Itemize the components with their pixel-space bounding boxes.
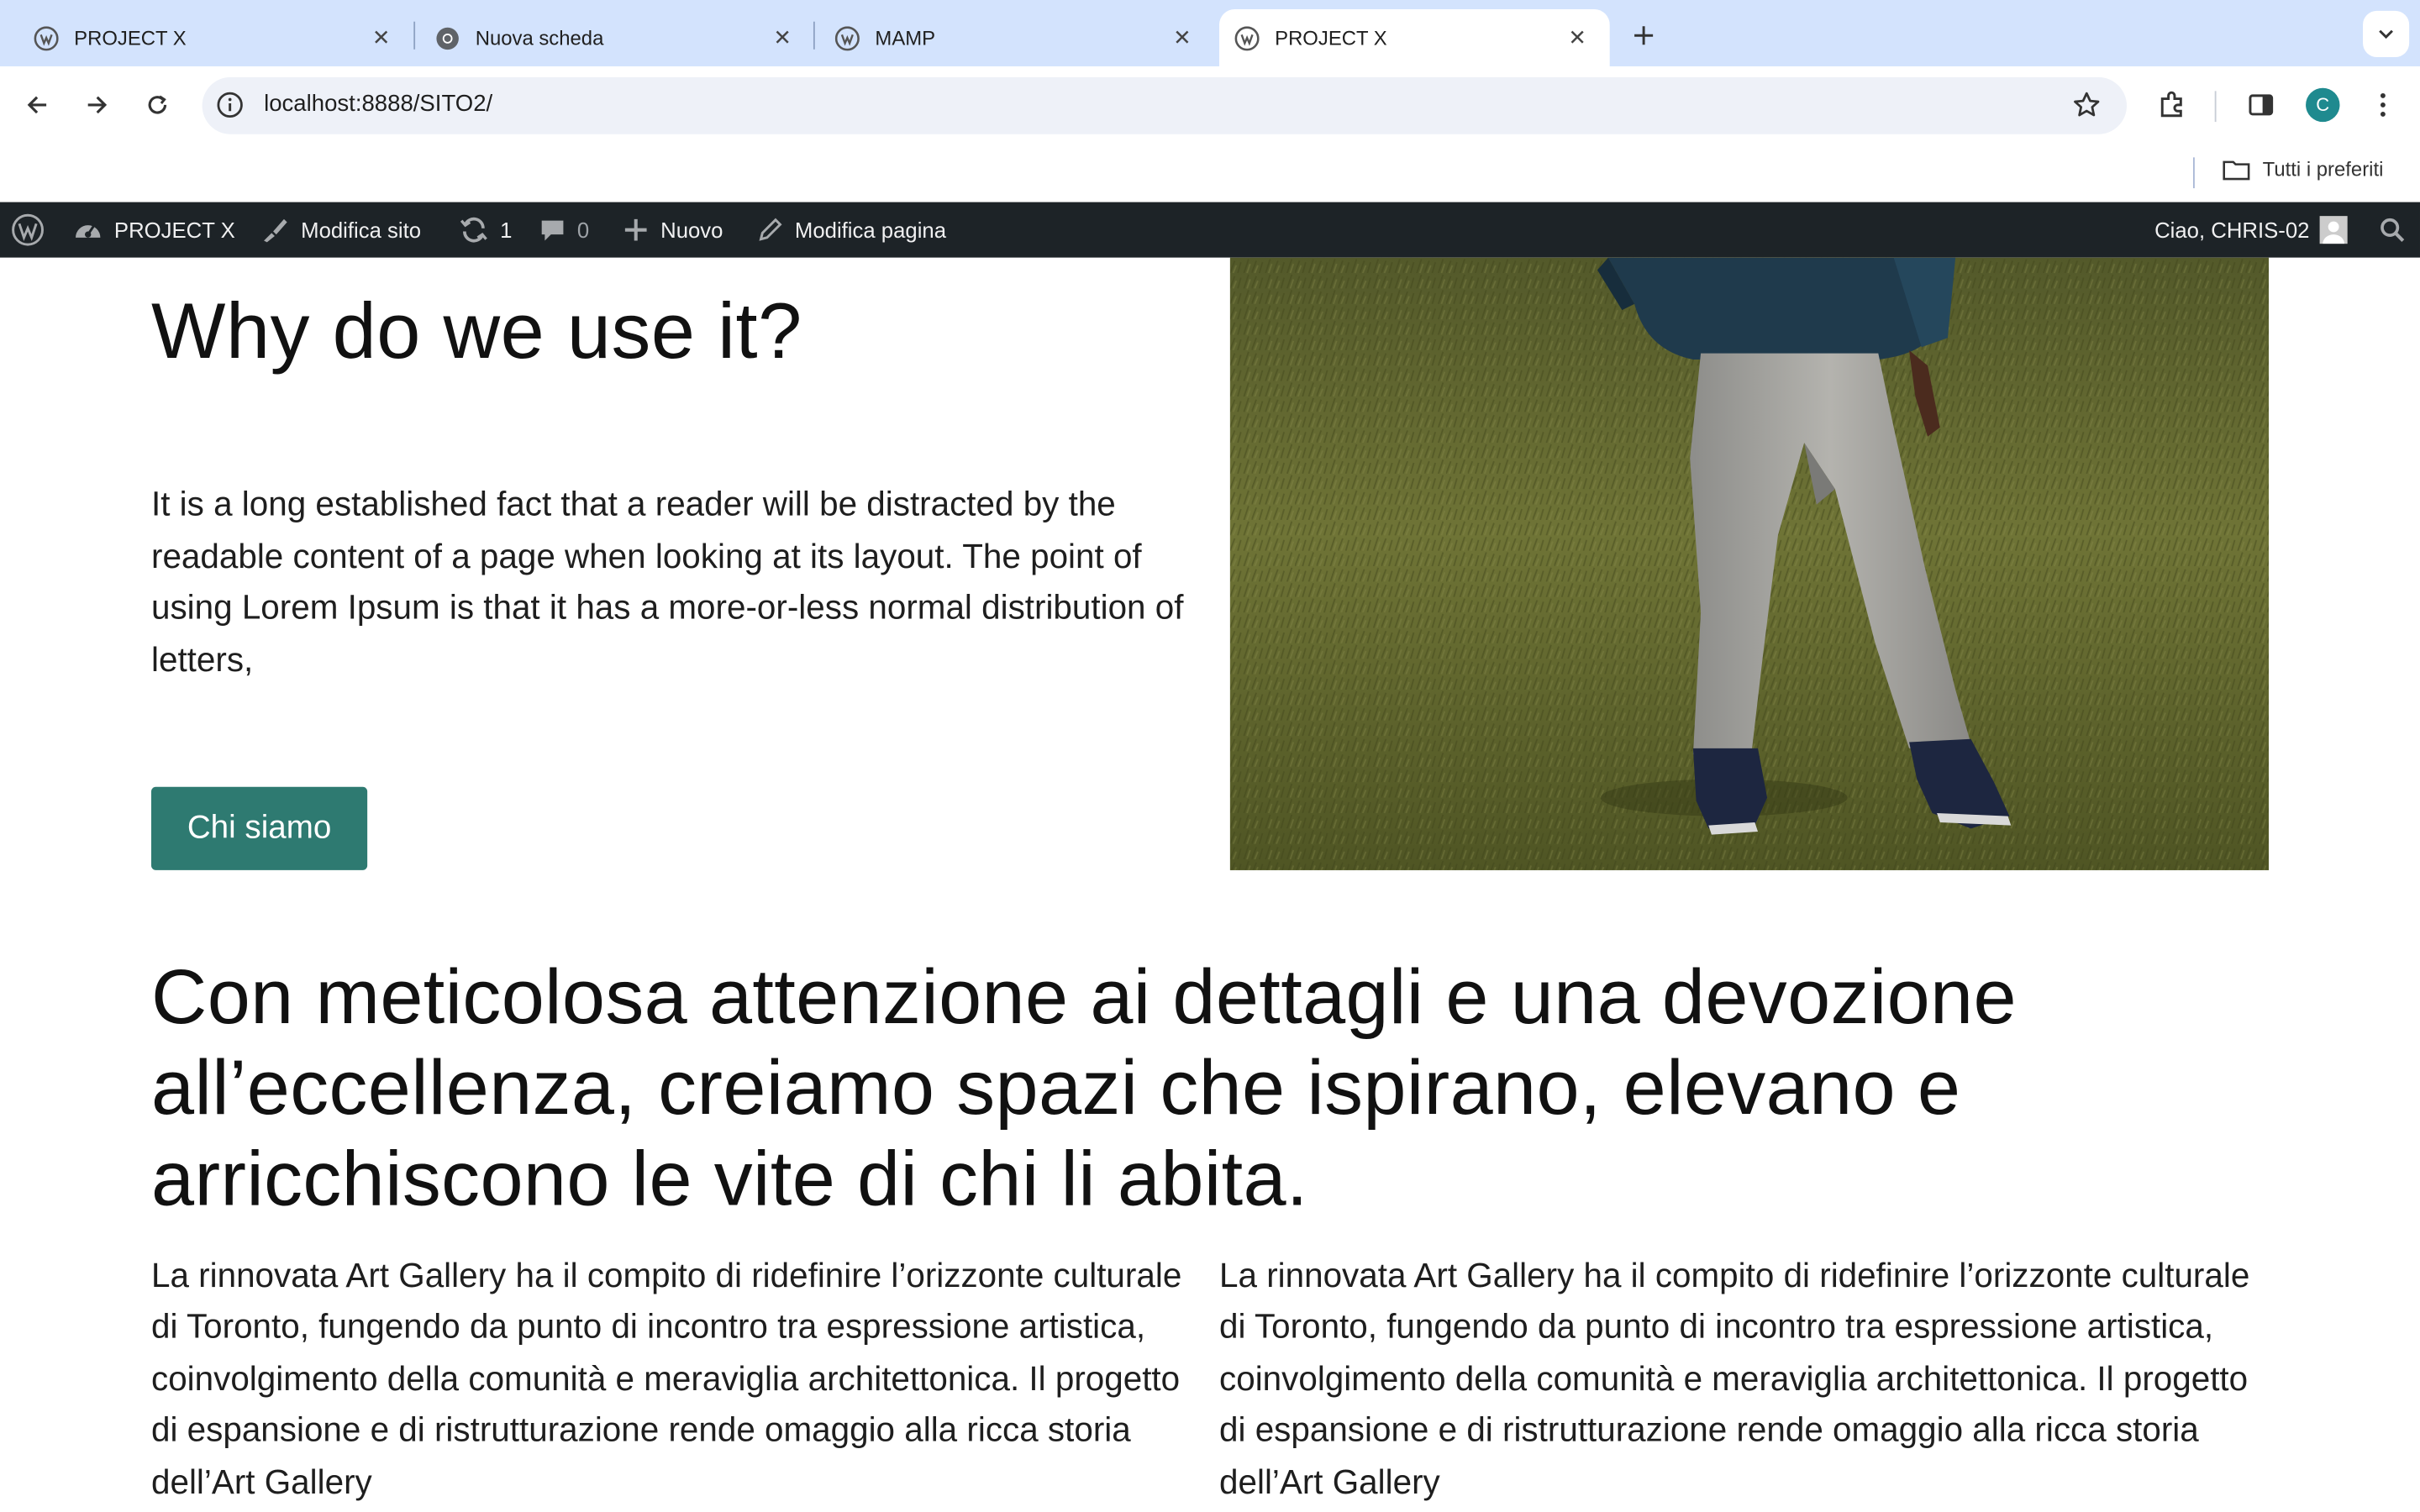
new-tab-button[interactable] [1623, 15, 1664, 55]
all-bookmarks-button[interactable]: Tutti i preferiti [2223, 157, 2384, 181]
url-text: localhost:8888/SITO2/ [264, 91, 493, 118]
comments-link[interactable]: 0 [539, 202, 589, 258]
hero-photo [1229, 257, 2269, 870]
toolbar-divider [2214, 91, 2217, 123]
bookmarks-divider [2192, 157, 2195, 189]
wordpress-icon [834, 25, 860, 50]
tab-title: MAMP [875, 26, 936, 50]
profile-button[interactable]: C [2302, 83, 2344, 126]
arrow-left-icon [27, 96, 47, 114]
statement-heading: Con meticolosa attenzione ai dettagli e … [150, 953, 2017, 1222]
edit-site-label: Modifica sito [301, 217, 422, 243]
pencil-icon [759, 218, 782, 241]
hero-title: Why do we use it? [150, 286, 802, 375]
updates-count: 1 [500, 217, 513, 243]
reload-icon [148, 95, 167, 114]
chi-siamo-button[interactable]: Chi siamo [150, 786, 368, 870]
back-button[interactable] [15, 83, 58, 126]
column-text-left: La rinnovata Art Gallery ha il compito d… [150, 1256, 1182, 1501]
user-silhouette-icon [2323, 221, 2345, 244]
column-text-right: La rinnovata Art Gallery ha il compito d… [1219, 1256, 2250, 1501]
updates-link[interactable]: 1 [459, 202, 513, 258]
tab-title: Nuova scheda [475, 26, 604, 50]
page-content: Why do we use it? It is a long establish… [0, 257, 2420, 1512]
brush-icon [264, 218, 287, 243]
chevron-down-icon [2379, 29, 2393, 39]
site-name: PROJECT X [113, 217, 235, 243]
wp-admin-bar: PROJECT X Modifica sito 1 0 Nuovo Modifi… [0, 202, 2420, 258]
close-icon[interactable]: ✕ [367, 24, 395, 51]
folder-icon [2223, 160, 2250, 180]
admin-search-button[interactable] [2378, 202, 2417, 258]
plus-icon [1634, 26, 1654, 45]
reload-button[interactable] [136, 83, 179, 126]
bookmark-star-icon[interactable] [2071, 90, 2102, 121]
user-avatar [2320, 216, 2349, 244]
dashboard-gauge-icon [75, 224, 101, 238]
edit-page-label: Modifica pagina [794, 217, 947, 243]
tab-project-x-1[interactable]: PROJECT X ✕ [0, 9, 413, 66]
hero-body: It is a long established fact that a rea… [150, 484, 1184, 679]
new-label: Nuovo [660, 217, 723, 243]
avatar-initial: C [2316, 94, 2330, 116]
address-bar[interactable]: localhost:8888/SITO2/ [202, 76, 2128, 134]
tab-title: PROJECT X [74, 26, 187, 50]
close-icon[interactable]: ✕ [769, 24, 797, 51]
search-icon [2381, 218, 2405, 242]
forward-button[interactable] [76, 83, 118, 126]
edit-site-link[interactable]: Modifica sito [260, 202, 422, 258]
kebab-menu-icon [2380, 92, 2386, 117]
close-icon[interactable]: ✕ [1168, 24, 1196, 51]
tab-nuova-scheda[interactable]: Nuova scheda ✕ [402, 9, 815, 66]
all-bookmarks-label: Tutti i preferiti [2262, 157, 2384, 181]
puzzle-icon [2160, 91, 2182, 118]
arrow-right-icon [87, 96, 108, 114]
tab-strip: PROJECT X ✕ Nuova scheda ✕ MAMP ✕ PROJEC… [0, 0, 2420, 66]
site-name-menu[interactable]: PROJECT X [72, 202, 235, 258]
side-panel-icon [2249, 94, 2274, 116]
tab-mamp[interactable]: MAMP ✕ [801, 9, 1214, 66]
extensions-button[interactable] [2150, 83, 2193, 126]
wp-logo-menu[interactable] [11, 202, 55, 258]
browser-window: PROJECT X ✕ Nuova scheda ✕ MAMP ✕ PROJEC… [0, 0, 2420, 1512]
account-menu[interactable]: Ciao, CHRIS-02 [2154, 202, 2349, 258]
close-icon[interactable]: ✕ [1564, 24, 1591, 51]
person-on-grass-image [1229, 257, 2269, 870]
site-info-icon[interactable] [216, 91, 244, 118]
plus-icon [624, 218, 647, 241]
wordpress-icon [1234, 25, 1260, 50]
wordpress-icon [34, 25, 59, 50]
edit-page-link[interactable]: Modifica pagina [756, 202, 946, 258]
side-panel-button[interactable] [2239, 83, 2282, 126]
tab-title: PROJECT X [1275, 26, 1387, 50]
bookmarks-bar: Tutti i preferiti [0, 143, 2420, 202]
new-content-menu[interactable]: Nuovo [622, 202, 723, 258]
menu-button[interactable] [2361, 83, 2404, 126]
avatar: C [2306, 87, 2340, 123]
tab-project-x-active[interactable]: PROJECT X ✕ [1219, 9, 1610, 66]
user-greeting: Ciao, CHRIS-02 [2154, 217, 2310, 243]
chrome-icon [436, 26, 459, 50]
comments-count: 0 [576, 217, 590, 243]
updates-icon [460, 217, 487, 243]
comment-bubble-icon [541, 220, 564, 241]
tab-search-button[interactable] [2363, 10, 2410, 57]
wordpress-logo-icon [12, 213, 44, 246]
